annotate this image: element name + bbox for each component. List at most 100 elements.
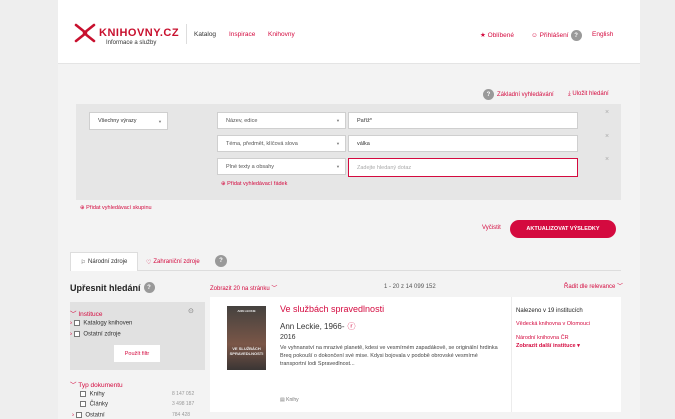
result-author[interactable]: Ann Leckie, 1966- xyxy=(280,322,345,331)
remove-row-icon[interactable]: × xyxy=(605,156,609,163)
search-query-value: válka xyxy=(357,140,370,147)
favorites-label: Oblíbené xyxy=(487,32,515,39)
facet-item-label: Ostatní xyxy=(85,412,105,419)
facet-item-label: Ostatní zdroje xyxy=(83,331,121,338)
checkbox[interactable] xyxy=(80,391,86,397)
institution-link-nkp[interactable]: Národní knihovna ČR xyxy=(516,335,569,341)
checkbox[interactable] xyxy=(73,320,80,326)
sort-select[interactable]: Řadit dle relevance ﹀ xyxy=(564,281,623,290)
add-group-link[interactable]: ⊕ Přidat vyhledávací skupinu xyxy=(80,205,152,211)
facet-item-other-types[interactable]: › Ostatní 784 428 xyxy=(72,412,210,419)
basic-search-link[interactable]: ? Základní vyhledávání xyxy=(483,89,554,100)
facet-item-catalogs[interactable]: › Katalogy knihoven xyxy=(70,320,132,327)
plus-circle-icon: ⊕ xyxy=(80,205,85,211)
search-query-input-2[interactable]: válka xyxy=(348,135,578,152)
refine-search-title: Upřesnit hledání xyxy=(70,282,141,293)
search-query-input-1[interactable]: Paříž* xyxy=(348,112,578,129)
found-in-count: Nalezeno v 19 institucích xyxy=(516,308,583,314)
result-title-link[interactable]: Ve službách spravedlnosti xyxy=(280,304,384,314)
checkbox[interactable] xyxy=(73,331,80,337)
institutions-panel xyxy=(511,297,621,412)
save-search-link[interactable]: ⤓ Uložit hledání xyxy=(568,91,609,98)
chevron-down-icon: ﹀ xyxy=(271,286,278,292)
more-institutions-label: Zobrazit další instituce xyxy=(516,343,576,349)
chevron-right-icon: › xyxy=(70,320,72,327)
tabs-help[interactable]: ? xyxy=(215,255,227,267)
tabs-divider xyxy=(70,270,621,271)
chevron-down-icon: ﹀ xyxy=(70,311,77,318)
add-row-label: Přidat vyhledávací řádek xyxy=(227,181,288,187)
user-icon: ☺ xyxy=(531,32,538,39)
author-info-icon[interactable]: ⓡ xyxy=(348,321,356,332)
facet-item-count: 8 147 052 xyxy=(172,391,195,397)
tab-national-label: Národní zdroje xyxy=(88,259,128,265)
facet-item-books[interactable]: Knihy 8 147 052 xyxy=(80,391,210,398)
facet-item-other[interactable]: › Ostatní zdroje xyxy=(70,331,121,338)
help-icon: ? xyxy=(215,255,227,267)
clear-button[interactable]: Vyčistit xyxy=(482,225,501,231)
nav-item-catalog[interactable]: Katalog xyxy=(194,31,216,38)
facet-item-articles[interactable]: Články 3 498 187 xyxy=(80,401,210,408)
add-row-link[interactable]: ⊕ Přidat vyhledávací řádek xyxy=(221,181,287,187)
per-page-select[interactable]: Zobrazit 20 na stránku ﹀ xyxy=(210,283,277,292)
search-field-select-3[interactable]: Plné texty a obsahy ▼ xyxy=(217,158,346,175)
search-query-input-3[interactable]: Zadejte hledaný dotaz xyxy=(348,158,578,177)
search-field-select-2[interactable]: Téma, předmět, klíčová slova ▼ xyxy=(217,135,346,152)
group-operator-value: Všechny výrazy xyxy=(98,118,137,124)
search-help-icon[interactable]: ? xyxy=(483,89,494,100)
language-link[interactable]: English xyxy=(592,31,613,38)
book-cover[interactable]: ANN LECKIE VE SLUŽBÁCH SPRAVEDLNOSTI xyxy=(227,306,266,370)
search-field-select-1[interactable]: Název, edice ▼ xyxy=(217,112,346,129)
nav-item-inspiration[interactable]: Inspirace xyxy=(229,31,255,38)
logo-icon[interactable] xyxy=(74,23,96,43)
tab-national-sources[interactable]: ⚐ Národní zdroje xyxy=(70,252,138,271)
remove-row-icon[interactable]: × xyxy=(605,109,609,116)
caret-down-icon: ▾ xyxy=(577,343,580,349)
globe-icon: ♡ xyxy=(146,260,152,266)
favorites-link[interactable]: ★ Oblíbené xyxy=(480,31,514,39)
checkbox[interactable] xyxy=(80,401,86,407)
facet-institution-toggle[interactable]: ﹀ Instituce xyxy=(70,308,103,318)
logo-title[interactable]: KNIHOVNY.CZ xyxy=(99,27,179,39)
remove-row-icon[interactable]: × xyxy=(605,133,609,140)
chevron-down-icon: ﹀ xyxy=(617,284,624,290)
tab-foreign-sources[interactable]: ♡ Zahraniční zdroje xyxy=(146,259,200,266)
caret-down-icon: ▼ xyxy=(336,164,340,169)
basic-search-label: Základní vyhledávání xyxy=(497,91,554,98)
result-format-label: Knihy xyxy=(286,397,299,403)
more-institutions-link[interactable]: Zobrazit další instituce ▾ xyxy=(516,343,580,349)
nav-item-libraries[interactable]: Knihovny xyxy=(268,31,295,38)
facet-item-count: 784 428 xyxy=(172,412,191,418)
cover-author: ANN LECKIE xyxy=(237,309,256,313)
login-help-icon[interactable]: ? xyxy=(570,30,582,41)
facet-item-label: Katalogy knihoven xyxy=(83,320,133,327)
institution-link-olomouc[interactable]: Vědecká knihovna v Olomouci xyxy=(516,321,590,327)
book-icon: ▤ xyxy=(280,397,285,403)
caret-down-icon: ▼ xyxy=(336,118,340,123)
group-operator-select[interactable]: Všechny výrazy ▼ xyxy=(89,112,168,130)
facet-doctype-toggle[interactable]: ﹀ Typ dokumentu xyxy=(70,379,123,389)
checkbox[interactable] xyxy=(75,412,82,418)
help-icon[interactable]: ? xyxy=(143,282,155,293)
result-year: 2016 xyxy=(280,334,296,341)
search-query-placeholder: Zadejte hledaný dotaz xyxy=(357,164,412,171)
search-field-label: Plné texty a obsahy xyxy=(226,163,275,170)
caret-down-icon: ▼ xyxy=(336,141,340,146)
refine-search-heading: Upřesnit hledání ? xyxy=(70,282,155,293)
nav-divider xyxy=(186,24,187,44)
save-search-label: Uložit hledání xyxy=(572,91,609,97)
sort-label: Řadit dle relevance xyxy=(564,284,616,290)
flag-icon: ⚐ xyxy=(80,259,87,266)
login-link[interactable]: ☺ Přihlášení ? xyxy=(531,30,582,41)
facet-item-label: Knihy xyxy=(89,391,105,398)
update-results-button[interactable]: AKTUALIZOVAT VÝSLEDKY xyxy=(510,220,616,238)
location-pin-icon[interactable]: ⊙ xyxy=(188,307,194,315)
cover-title: VE SLUŽBÁCH SPRAVEDLNOSTI xyxy=(229,346,264,356)
logo-subtitle: Informace a služby xyxy=(106,40,157,46)
login-label: Přihlášení xyxy=(539,32,569,39)
apply-filter-button[interactable]: Použít filtr xyxy=(114,345,160,362)
facet-institution-label: Instituce xyxy=(78,311,103,318)
search-field-label: Téma, předmět, klíčová slova xyxy=(226,140,298,147)
tab-foreign-label: Zahraniční zdroje xyxy=(153,259,200,265)
chevron-right-icon: › xyxy=(70,331,72,338)
